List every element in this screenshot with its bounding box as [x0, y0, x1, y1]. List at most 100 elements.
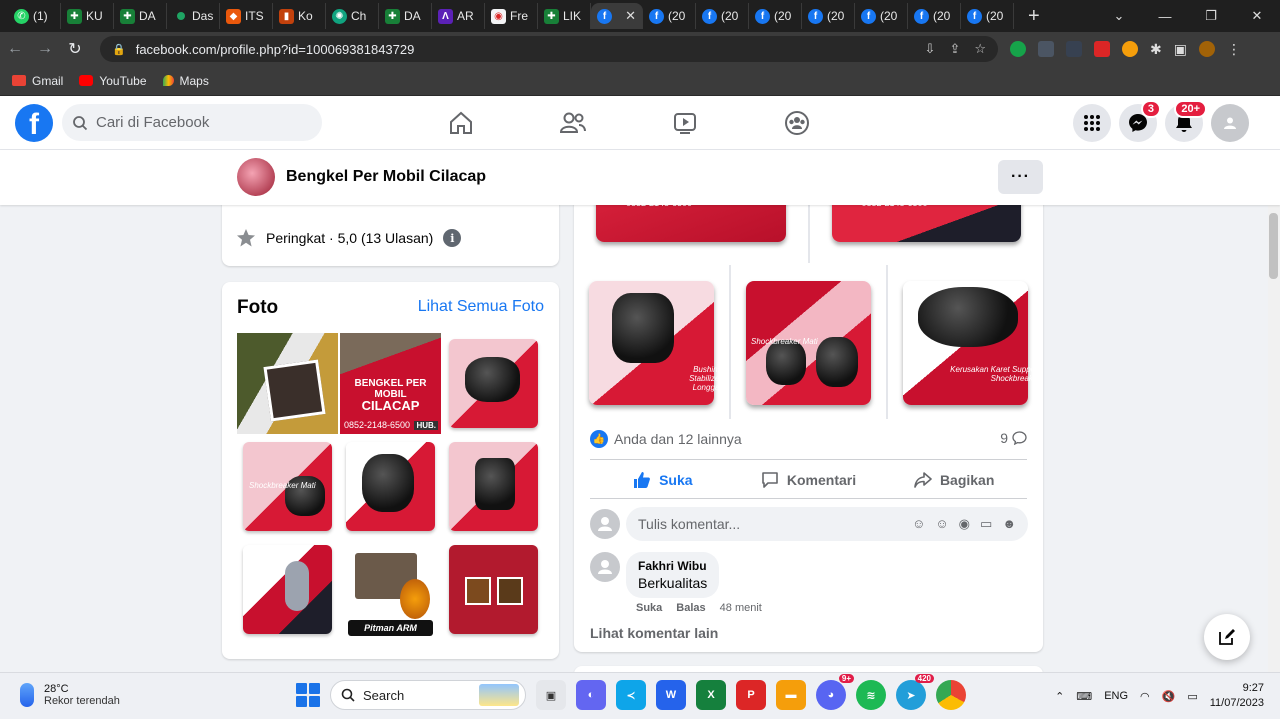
powerpoint-icon[interactable]: P — [736, 680, 766, 710]
tab-search-icon[interactable]: ⌄ — [1096, 8, 1142, 24]
profile-avatar-icon[interactable] — [1198, 41, 1215, 57]
tab-sheets-3[interactable]: ✚ DA — [379, 3, 432, 29]
weather-widget[interactable]: 28°C Rekor terendah — [20, 683, 120, 707]
tab-facebook[interactable]: f (20 — [961, 3, 1014, 29]
sticker-icon[interactable]: ☻ — [1002, 516, 1016, 532]
share-icon[interactable]: ⇪ — [949, 41, 960, 57]
word-icon[interactable]: W — [656, 680, 686, 710]
tab-facebook[interactable]: f (20 — [855, 3, 908, 29]
tab-facebook[interactable]: f (20 — [908, 3, 961, 29]
rating-text[interactable]: Peringkat · 5,0 (13 Ulasan) — [266, 230, 433, 246]
post-image[interactable]: Kerusakan Karet Support Shockbreaker — [888, 265, 1043, 419]
tab-sheets-4[interactable]: ✚ LIK — [538, 3, 591, 29]
avatar[interactable] — [590, 509, 620, 539]
tab-sheets-2[interactable]: ✚ DA — [114, 3, 167, 29]
bookmark-youtube[interactable]: YouTube — [79, 74, 147, 88]
forward-icon[interactable]: → — [30, 40, 60, 58]
battery-icon[interactable]: ▭ — [1187, 690, 1197, 703]
extension-icon[interactable] — [1066, 41, 1082, 57]
tab-facebook[interactable]: f (20 — [802, 3, 855, 29]
comment-reply-link[interactable]: Balas — [676, 602, 705, 614]
teams-icon[interactable]: ◐ — [576, 680, 606, 710]
sidepanel-icon[interactable]: ▣ — [1174, 41, 1187, 58]
keyboard-icon[interactable]: ⌨ — [1076, 690, 1092, 703]
windows-start-icon[interactable] — [296, 683, 320, 707]
photo-thumb[interactable] — [237, 539, 338, 640]
account-avatar[interactable] — [1211, 104, 1249, 142]
file-explorer-icon[interactable]: ▬ — [776, 680, 806, 710]
puzzle-icon[interactable]: ✱ — [1150, 41, 1162, 58]
tab-facebook[interactable]: f (20 — [643, 3, 696, 29]
photo-thumb[interactable]: Pitman ARM — [340, 539, 441, 640]
wifi-icon[interactable]: ◠ — [1140, 690, 1150, 703]
tab-ko[interactable]: ▮ Ko — [273, 3, 326, 29]
telegram-icon[interactable]: ➤ 420 — [896, 674, 934, 710]
reload-icon[interactable]: ↻ — [60, 39, 90, 59]
comment-button[interactable]: Komentari — [736, 462, 882, 498]
scrollbar-thumb[interactable] — [1269, 213, 1278, 279]
photo-thumb[interactable] — [340, 436, 441, 537]
see-all-photos-link[interactable]: Lihat Semua Foto — [418, 298, 544, 316]
new-tab-button[interactable]: + — [1028, 5, 1040, 28]
comment-time[interactable]: 48 menit — [720, 602, 762, 614]
chevron-up-icon[interactable]: ⌃ — [1055, 690, 1064, 703]
extension-icon[interactable] — [1122, 41, 1138, 57]
chrome-icon[interactable] — [936, 680, 966, 710]
camera-icon[interactable]: ◉ — [959, 516, 970, 532]
vscode-icon[interactable]: ≺ — [616, 680, 646, 710]
extension-icon[interactable] — [1010, 41, 1026, 57]
photo-thumb[interactable]: Shockbreaker Mati — [237, 436, 338, 537]
menu-button[interactable] — [1073, 104, 1111, 142]
messenger-button[interactable]: 3 — [1119, 100, 1161, 142]
tab-its[interactable]: ◆ ITS — [220, 3, 273, 29]
info-icon[interactable]: i — [443, 229, 462, 247]
share-button[interactable]: Bagikan — [881, 462, 1027, 498]
page-name[interactable]: Bengkel Per Mobil Cilacap — [286, 168, 486, 186]
page-avatar[interactable] — [237, 158, 275, 196]
bookmark-maps[interactable]: Maps — [162, 74, 209, 88]
extension-icon[interactable] — [1038, 41, 1054, 57]
post-image[interactable]: Bushing Stabilizer Longgar — [574, 265, 729, 419]
comment-input[interactable]: Tulis komentar... ☺ ☺ ◉ ▭ ☻ — [626, 507, 1028, 541]
photo-thumb[interactable] — [443, 436, 544, 537]
commenter-avatar[interactable] — [590, 552, 620, 582]
comment-like-link[interactable]: Suka — [636, 602, 662, 614]
facebook-logo-icon[interactable]: f — [15, 104, 53, 142]
url-bar[interactable]: 🔒 facebook.com/profile.php?id=1000693818… — [100, 36, 998, 62]
spotify-icon[interactable]: ≋ — [856, 680, 886, 710]
close-window-icon[interactable]: ✕ — [1234, 8, 1280, 24]
close-icon[interactable]: ✕ — [625, 8, 636, 24]
install-icon[interactable]: ⇩ — [925, 41, 936, 57]
minimize-icon[interactable]: — — [1142, 9, 1188, 24]
notifications-button[interactable]: 20+ — [1165, 100, 1207, 142]
photo-thumb[interactable]: BENGKEL PER MOBIL CILACAP 0852-2148-6500 … — [340, 333, 441, 434]
gif-icon[interactable]: ▭ — [980, 516, 992, 532]
tab-fre[interactable]: ◉ Fre — [485, 3, 538, 29]
task-view-icon[interactable]: ▣ — [536, 680, 566, 710]
clock[interactable]: 9:27 11/07/2023 — [1210, 681, 1264, 711]
volume-mute-icon[interactable]: 🔇 — [1162, 690, 1176, 703]
bookmark-star-icon[interactable]: ☆ — [974, 41, 986, 57]
tab-chatgpt[interactable]: ✺ Ch — [326, 3, 379, 29]
tab-facebook-active[interactable]: f ✕ — [591, 3, 643, 29]
taskbar-search[interactable]: Search — [330, 680, 526, 710]
view-more-comments-link[interactable]: Lihat komentar lain — [590, 625, 718, 641]
lock-icon[interactable]: 🔒 — [112, 43, 126, 56]
tab-sheets-1[interactable]: ✚ KU — [61, 3, 114, 29]
comment-count[interactable]: 9 — [1000, 430, 1027, 446]
tab-dashboard[interactable]: Das — [167, 3, 220, 29]
new-message-button[interactable] — [1204, 614, 1250, 660]
tab-facebook[interactable]: f (20 — [749, 3, 802, 29]
post-reactions[interactable]: 👍 Anda dan 12 lainnya — [590, 430, 742, 448]
photo-thumb[interactable] — [443, 333, 544, 434]
excel-icon[interactable]: X — [696, 680, 726, 710]
discord-icon[interactable]: ◕ 9+ — [816, 674, 854, 710]
language-indicator[interactable]: ENG — [1104, 690, 1128, 702]
menu-dots-icon[interactable]: ⋮ — [1227, 41, 1241, 58]
tab-ar[interactable]: Λ AR — [432, 3, 485, 29]
comment-author[interactable]: Fakhri Wibu — [638, 559, 707, 573]
facebook-search-input[interactable]: Cari di Facebook — [62, 104, 322, 141]
back-icon[interactable]: ← — [0, 40, 30, 58]
extension-icon[interactable] — [1094, 41, 1110, 57]
tab-whatsapp[interactable]: ✆ (1) — [8, 3, 61, 29]
